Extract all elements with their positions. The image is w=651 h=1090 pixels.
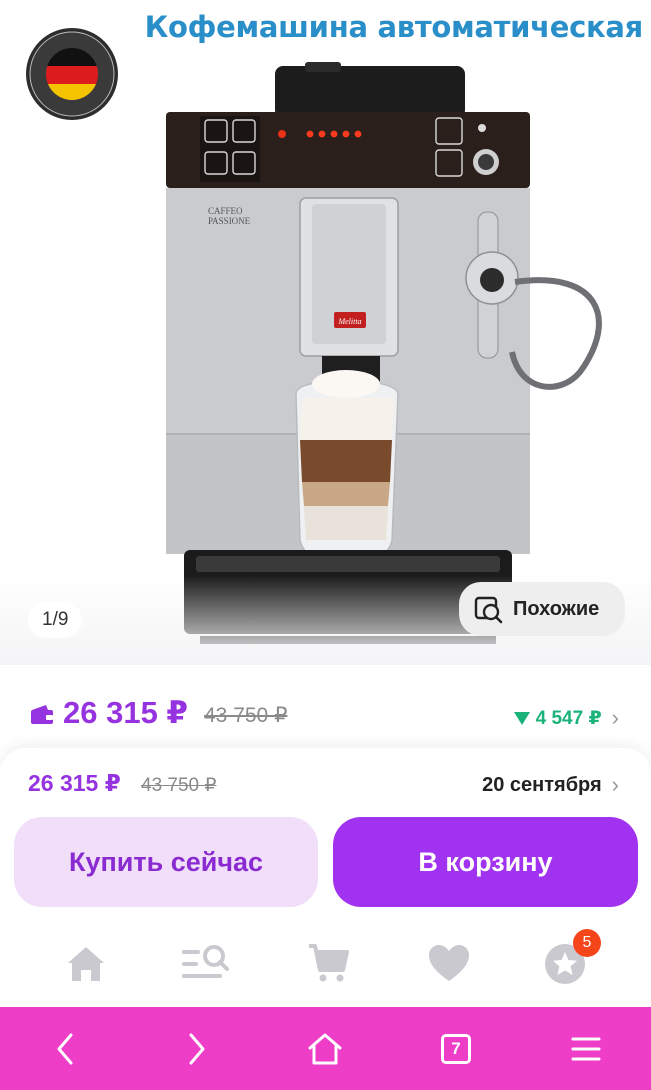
home-icon — [68, 947, 104, 981]
chevron-left-icon — [57, 1033, 73, 1065]
brand-text: CAFFEO — [208, 206, 243, 216]
favorites-heart-icon — [429, 945, 469, 981]
similar-label: Похожие — [513, 597, 600, 620]
svg-text:Melitta: Melitta — [337, 317, 361, 326]
product-banner-title: Кофемашина автоматическая — [144, 10, 644, 44]
catalog-search-icon — [182, 945, 229, 978]
panel-old-price: 43 750 ₽ — [141, 775, 217, 796]
svg-text:PASSIONE: PASSIONE — [208, 216, 251, 226]
nav-cart[interactable] — [305, 940, 353, 988]
profile-notification-badge: 5 — [573, 929, 601, 957]
buy-now-button[interactable]: Купить сейчас — [14, 817, 318, 907]
down-triangle-icon — [513, 711, 530, 725]
add-to-cart-button[interactable]: В корзину — [333, 817, 638, 907]
browser-back-button[interactable] — [44, 1027, 88, 1071]
purchase-panel: 26 315 ₽ 43 750 ₽ 20 сентября › Купить с… — [0, 748, 651, 920]
nav-favorites[interactable] — [425, 940, 473, 988]
german-technology-badge — [26, 28, 118, 120]
bottom-app-nav — [0, 920, 651, 1007]
panel-price: 26 315 ₽ — [28, 770, 121, 796]
delivery-date: 20 сентября — [482, 773, 602, 796]
nav-home[interactable] — [62, 940, 110, 988]
browser-tabs-button[interactable]: 7 — [434, 1027, 478, 1071]
old-price: 43 750 ₽ — [204, 704, 288, 727]
wallet-icon — [31, 705, 53, 724]
chevron-right-icon — [189, 1033, 205, 1065]
menu-icon — [571, 1037, 601, 1061]
chevron-right-icon: › — [611, 705, 619, 730]
browser-menu-button[interactable] — [564, 1027, 608, 1071]
browser-home-button[interactable] — [303, 1027, 347, 1071]
tabs-count: 7 — [441, 1034, 471, 1064]
chevron-right-icon: › — [611, 772, 619, 797]
price-drop-link[interactable]: 4 547 ₽ › — [513, 705, 619, 731]
home-outline-icon — [308, 1033, 342, 1065]
price-drop-value: 4 547 ₽ — [535, 707, 602, 729]
browser-forward-button[interactable] — [174, 1027, 218, 1071]
cart-icon — [309, 944, 349, 982]
nav-catalog[interactable] — [182, 940, 230, 988]
delivery-date-link[interactable]: 20 сентября › — [482, 772, 619, 798]
current-price: 26 315 ₽ — [63, 695, 188, 730]
image-counter: 1/9 — [28, 602, 83, 638]
browser-toolbar: 7 — [0, 1007, 651, 1090]
similar-search-icon — [474, 596, 503, 624]
similar-products-button[interactable]: Похожие — [459, 582, 625, 636]
product-gallery[interactable]: CAFFEO PASSIONE Melitta Кофемашина автом… — [0, 0, 651, 665]
